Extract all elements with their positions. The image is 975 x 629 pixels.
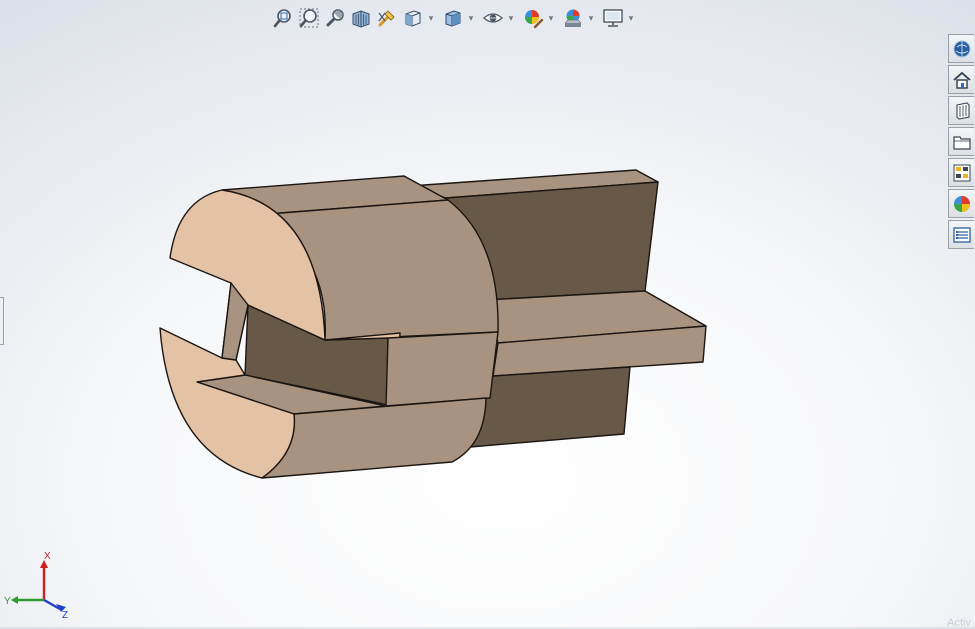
part-model-3d[interactable] xyxy=(0,0,975,627)
tab-design-library[interactable] xyxy=(948,65,974,94)
activation-watermark: Activ xyxy=(947,617,971,629)
reference-triad[interactable]: X Y Z xyxy=(4,548,74,620)
tab-solidworks-resources[interactable] xyxy=(948,34,974,63)
tab-view-palette[interactable] xyxy=(948,127,974,156)
y-axis-label: Y xyxy=(4,596,11,607)
design-library-icon xyxy=(952,71,971,89)
solidworks-resources-icon xyxy=(953,40,970,57)
appearances-scenes-icon xyxy=(953,164,970,181)
y-axis-head xyxy=(11,596,18,604)
rear-lower-block-face xyxy=(469,366,631,448)
z-axis-label: Z xyxy=(62,610,68,620)
view-palette-icon xyxy=(952,135,971,150)
appearances-icon xyxy=(953,195,970,212)
tab-custom-appearances[interactable] xyxy=(948,189,974,218)
custom-properties-icon xyxy=(952,226,971,243)
tab-custom-properties[interactable] xyxy=(948,220,974,249)
task-pane-tabs xyxy=(948,34,975,251)
file-explorer-icon xyxy=(955,101,970,120)
feature-manager-collapse-handle[interactable] xyxy=(0,297,4,345)
tab-file-explorer[interactable] xyxy=(948,96,974,125)
tab-appearances[interactable] xyxy=(948,158,974,187)
x-axis-label: X xyxy=(44,551,51,562)
slot-divider xyxy=(385,331,499,407)
graphics-area[interactable]: ▾ ▾ ▾ ▾ ▾ ▾ X Y Z Activ xyxy=(0,0,975,629)
